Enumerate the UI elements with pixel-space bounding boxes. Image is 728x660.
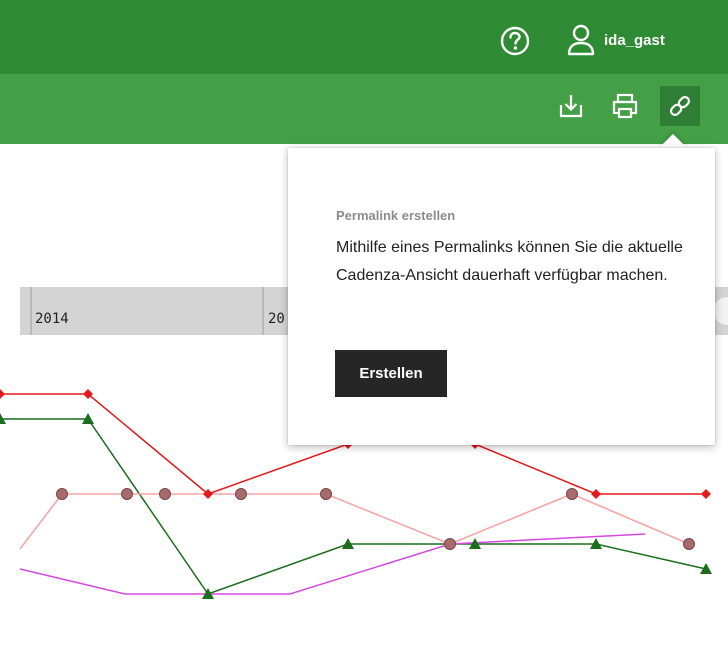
create-permalink-button[interactable]: Erstellen [335,350,447,397]
user-menu-button[interactable]: ida_gast [566,22,665,58]
timeline-divider [262,287,264,335]
data-point-diamond[interactable] [701,489,711,499]
data-point-circle[interactable] [683,538,695,550]
question-circle-icon [500,26,530,56]
series-line-2-lead [19,493,63,550]
data-point-diamond[interactable] [591,489,601,499]
download-button[interactable] [551,86,591,126]
timeline-label-2014: 2014 [35,311,69,327]
data-point-circle[interactable] [320,488,332,500]
data-point-circle[interactable] [444,538,456,550]
data-point-circle[interactable] [56,488,68,500]
data-point-circle[interactable] [235,488,247,500]
permalink-button[interactable] [660,86,700,126]
data-point-diamond[interactable] [0,389,5,399]
link-icon [669,95,691,117]
help-button[interactable] [499,25,531,57]
timeline-label-2: 20 [268,311,285,327]
popover-description: Mithilfe eines Permalinks können Sie die… [336,239,683,284]
data-point-circle[interactable] [121,488,133,500]
data-point-circle[interactable] [159,488,171,500]
timeline-divider [30,287,32,335]
data-point-circle[interactable] [566,488,578,500]
popover-title: Permalink erstellen [336,208,456,223]
permalink-popover: Permalink erstellen Mithilfe eines Perma… [288,148,715,445]
printer-icon [612,93,638,119]
user-icon [567,24,595,56]
series-line-3 [19,533,646,595]
username-label: ida_gast [604,31,665,49]
download-icon [559,95,583,118]
print-button[interactable] [605,86,645,126]
